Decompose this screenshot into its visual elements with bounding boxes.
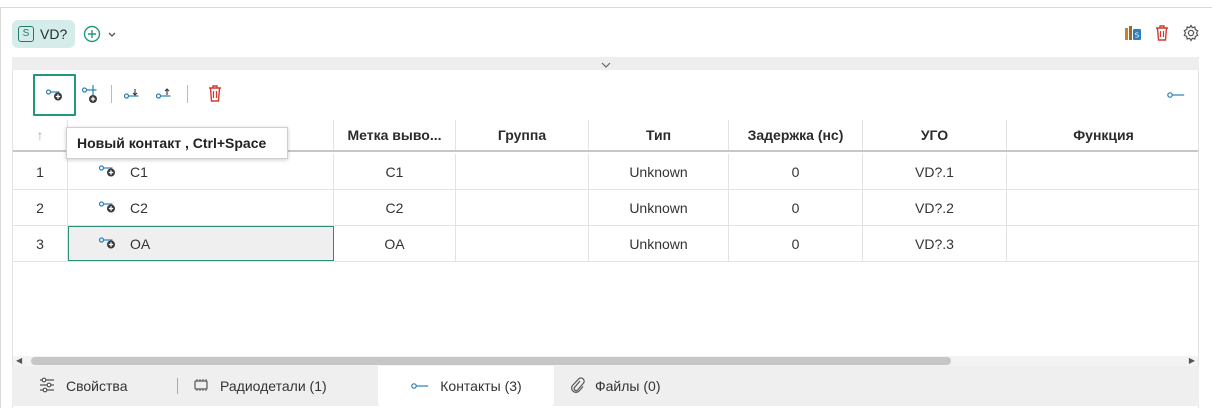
chevron-down-icon[interactable] <box>106 28 118 40</box>
contact-branch-icon <box>81 83 101 108</box>
new-contact-button[interactable] <box>33 74 76 116</box>
chip-icon <box>192 378 210 395</box>
symbol-badge-icon: S <box>18 26 34 42</box>
toolbar-separator <box>187 85 188 103</box>
column-header-group[interactable]: Группа <box>456 120 589 150</box>
ugo-cell[interactable]: VD?.2 <box>863 190 1007 225</box>
contact-name-cell[interactable]: C2 <box>68 190 334 225</box>
contact-name: C2 <box>130 199 148 216</box>
contact-move-down-icon <box>123 87 143 104</box>
new-contact-group-button[interactable] <box>79 74 103 116</box>
table-row[interactable]: 1 C1 C1 Unknown 0 VD?.1 <box>13 154 1198 190</box>
move-up-button[interactable] <box>153 74 177 116</box>
pin-label-cell[interactable]: C2 <box>334 190 456 225</box>
top-border <box>0 7 1212 8</box>
group-cell[interactable] <box>456 154 589 189</box>
scroll-right-icon[interactable]: ▶ <box>1189 356 1195 366</box>
new-contact-tooltip: Новый контакт , Ctrl+Space <box>66 127 288 159</box>
collapse-bar[interactable] <box>12 57 1199 70</box>
table-row[interactable]: 3 OA OA Unknown 0 VD?.3 <box>13 226 1198 262</box>
left-border <box>0 7 1 408</box>
tab-files[interactable]: Файлы (0) <box>569 366 660 406</box>
tab-label: Контакты (3) <box>440 378 522 394</box>
contact-icon <box>98 162 118 181</box>
column-header-function[interactable]: Функция <box>1007 120 1200 150</box>
delay-cell[interactable]: 0 <box>729 226 863 261</box>
function-cell[interactable] <box>1007 226 1200 261</box>
tab-label: Файлы (0) <box>595 378 661 394</box>
svg-text:S: S <box>1135 32 1140 40</box>
bottom-tabs: Свойства Радиодетали (1) Контакты (3) Фа… <box>12 366 1199 406</box>
contact-name: OA <box>130 235 151 252</box>
row-number: 2 <box>13 190 68 225</box>
delete-icon <box>207 84 223 107</box>
header-tools: S <box>1124 24 1200 45</box>
contacts-panel: ↑ Метка выво... Группа Тип Задержка (нс)… <box>12 70 1199 408</box>
pin-label-cell[interactable]: OA <box>334 226 456 261</box>
component-name: VD? <box>40 26 68 42</box>
type-cell[interactable]: Unknown <box>589 154 729 189</box>
contact-move-up-icon <box>155 87 175 104</box>
scroll-left-icon[interactable]: ◀ <box>16 356 22 366</box>
component-chip[interactable]: S VD? <box>12 20 76 48</box>
ugo-cell[interactable]: VD?.3 <box>863 226 1007 261</box>
type-cell[interactable]: Unknown <box>589 190 729 225</box>
row-number: 3 <box>13 226 68 261</box>
delay-cell[interactable]: 0 <box>729 154 863 189</box>
column-header-delay[interactable]: Задержка (нс) <box>729 120 863 150</box>
contact-icon <box>410 378 430 394</box>
contact-name-cell[interactable]: C1 <box>68 154 334 189</box>
tab-properties[interactable]: Свойства <box>38 366 127 406</box>
function-cell[interactable] <box>1007 190 1200 225</box>
tab-parts[interactable]: Радиодетали (1) <box>192 366 327 406</box>
add-circle-icon[interactable] <box>83 25 101 43</box>
contact-name-cell[interactable]: OA <box>68 226 334 261</box>
library-icon[interactable]: S <box>1124 24 1142 45</box>
sliders-icon <box>38 376 56 397</box>
table-row[interactable]: 2 C2 C2 Unknown 0 VD?.2 <box>13 190 1198 226</box>
type-cell[interactable]: Unknown <box>589 226 729 261</box>
tab-label: Свойства <box>66 378 128 394</box>
group-cell[interactable] <box>456 190 589 225</box>
horizontal-scrollbar[interactable]: ◀ ▶ <box>13 356 1198 366</box>
column-header-type[interactable]: Тип <box>589 120 729 150</box>
row-number: 1 <box>13 154 68 189</box>
contact-icon <box>1166 87 1186 103</box>
delay-cell[interactable]: 0 <box>729 190 863 225</box>
scrollbar-thumb[interactable] <box>31 357 951 365</box>
delete-icon[interactable] <box>1154 24 1170 45</box>
contact-view-button[interactable] <box>1163 74 1189 116</box>
contacts-toolbar <box>13 70 1198 118</box>
group-cell[interactable] <box>456 226 589 261</box>
gear-icon[interactable] <box>1182 24 1200 45</box>
function-cell[interactable] <box>1007 154 1200 189</box>
sort-arrow-icon[interactable]: ↑ <box>13 120 68 150</box>
component-header: S VD? <box>12 20 118 48</box>
new-contact-icon <box>45 86 65 105</box>
contact-icon <box>98 234 118 253</box>
toolbar-separator <box>111 85 112 103</box>
column-header-ugo[interactable]: УГО <box>863 120 1007 150</box>
tab-contacts[interactable]: Контакты (3) <box>378 366 554 406</box>
move-down-button[interactable] <box>121 74 145 116</box>
contact-name: C1 <box>130 163 148 180</box>
contact-icon <box>98 198 118 217</box>
tab-separator <box>177 378 178 394</box>
paperclip-icon <box>569 376 585 397</box>
column-header-pin-label[interactable]: Метка выво... <box>334 120 456 150</box>
delete-contact-button[interactable] <box>203 74 227 116</box>
pin-label-cell[interactable]: C1 <box>334 154 456 189</box>
ugo-cell[interactable]: VD?.1 <box>863 154 1007 189</box>
tab-label: Радиодетали (1) <box>220 378 327 394</box>
